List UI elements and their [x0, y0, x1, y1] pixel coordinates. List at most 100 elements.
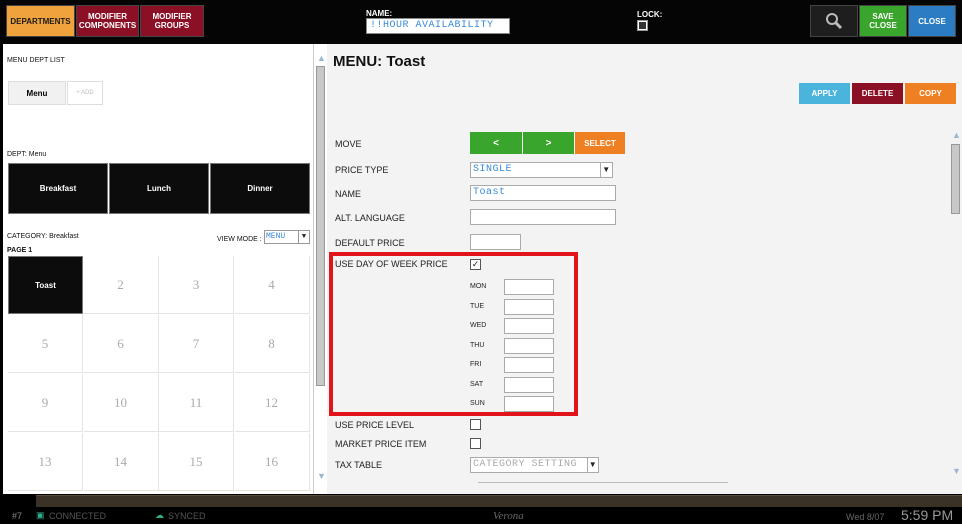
use-dow-checkbox[interactable]: ✓	[470, 259, 481, 270]
use-price-level-checkbox[interactable]	[470, 419, 481, 430]
connected-status: CONNECTED	[49, 511, 107, 521]
day-price-mon[interactable]	[504, 279, 554, 295]
grid-cell[interactable]: 2	[83, 256, 159, 314]
grid-cell[interactable]: 15	[159, 433, 234, 491]
close-button[interactable]: CLOSE	[908, 5, 956, 37]
dept-dinner[interactable]: Dinner	[210, 163, 310, 214]
dept-breakfast[interactable]: Breakfast	[8, 163, 108, 214]
time-text: 5:59 PM	[901, 507, 954, 523]
connected-icon: ▣	[36, 510, 45, 520]
dept-label: DEPT: Menu	[7, 151, 47, 158]
apply-button[interactable]: APPLY	[799, 83, 850, 104]
save-close-button[interactable]: SAVE CLOSE	[859, 5, 907, 37]
grid-cell[interactable]: 3	[159, 256, 234, 314]
lock-label: LOCK:	[637, 10, 663, 19]
bottom-scroll-bar	[36, 495, 962, 507]
grid-cell[interactable]: 8	[234, 315, 310, 373]
day-price-tue[interactable]	[504, 298, 554, 315]
delete-button[interactable]: DELETE	[852, 83, 903, 104]
grid-cell[interactable]: 10	[83, 374, 159, 432]
scroll-down-icon[interactable]: ▼	[317, 471, 326, 481]
grid-cell[interactable]: 12	[234, 374, 310, 432]
right-scrollbar[interactable]: ▲ ▼	[948, 130, 962, 480]
scroll-up-icon[interactable]: ▲	[317, 53, 326, 63]
day-label-wed: WED	[470, 322, 487, 329]
grid-cell[interactable]: 7	[159, 315, 234, 373]
market-price-checkbox[interactable]	[470, 438, 481, 449]
day-price-thu[interactable]	[504, 337, 554, 354]
partial-row	[478, 482, 728, 488]
day-label-sun: SUN	[470, 400, 485, 407]
day-label-thu: THU	[470, 341, 485, 349]
grid-cell[interactable]: 9	[8, 374, 83, 432]
move-left-button[interactable]: <	[470, 132, 522, 154]
use-dow-label: USE DAY OF WEEK PRICE	[335, 259, 448, 269]
view-mode-value: MENU	[266, 232, 286, 241]
view-mode-label: VIEW MODE :	[217, 236, 262, 243]
modifier-components-button[interactable]: MODIFIER COMPONENTS	[76, 5, 139, 37]
scrollbar-thumb[interactable]	[951, 144, 960, 214]
name-input[interactable]: !!HOUR AVAILABILITY	[366, 18, 510, 34]
dept-lunch[interactable]: Lunch	[109, 163, 209, 214]
name-field-label: NAME	[335, 189, 362, 199]
day-price-fri[interactable]	[504, 357, 554, 373]
select-button[interactable]: SELECT	[575, 132, 625, 154]
use-price-level-label: USE PRICE LEVEL	[335, 420, 415, 430]
price-type-label: PRICE TYPE	[335, 165, 389, 175]
grid-cell[interactable]: 13	[8, 433, 83, 491]
day-label-tue: TUE	[470, 302, 484, 310]
price-type-select[interactable]: SINGLE ▼	[470, 162, 613, 178]
day-label-fri: FRI	[470, 361, 482, 368]
day-label-mon: MON	[470, 283, 487, 290]
terminal-number: #7	[12, 511, 23, 521]
grid-cell[interactable]: 6	[83, 315, 159, 373]
page-label: PAGE 1	[7, 247, 33, 254]
day-price-sun[interactable]	[504, 396, 554, 412]
left-scrollbar[interactable]: ▲ ▼	[313, 44, 327, 494]
category-label: CATEGORY: Breakfast	[7, 233, 79, 240]
grid-cell[interactable]: 14	[83, 433, 159, 491]
status-bar: #7 ▣ CONNECTED ☁ SYNCED Verona Wed 8/07 …	[0, 507, 962, 524]
grid-cell[interactable]: 5	[8, 315, 83, 373]
grid-cell[interactable]: 4	[234, 256, 310, 314]
default-price-field[interactable]	[470, 234, 521, 250]
name-field[interactable]: Toast	[470, 185, 616, 201]
item-grid: Toast 2 3 4 5 6 7 8 9 10 11 12 13 14 15 16	[8, 256, 310, 492]
departments-button[interactable]: DEPARTMENTS	[6, 5, 75, 37]
move-label: MOVE	[335, 139, 362, 149]
grid-cell[interactable]: 11	[159, 374, 234, 432]
day-label-sat: SAT	[470, 380, 484, 388]
lock-checkbox[interactable]	[637, 20, 648, 31]
move-right-button[interactable]: >	[523, 132, 574, 154]
default-price-label: DEFAULT PRICE	[335, 238, 405, 248]
menu-dept-list-label: MENU DEPT LIST	[7, 57, 65, 64]
name-label: NAME:	[366, 9, 393, 18]
modifier-groups-button[interactable]: MODIFIER GROUPS	[140, 5, 204, 37]
grid-cell[interactable]: 16	[234, 433, 310, 491]
cloud-icon: ☁	[155, 510, 164, 520]
scroll-down-icon[interactable]: ▼	[952, 466, 961, 476]
date-text: Wed 8/07	[846, 512, 885, 522]
chevron-down-icon: ▼	[600, 163, 612, 177]
scrollbar-thumb[interactable]	[316, 66, 325, 386]
synced-status: SYNCED	[168, 511, 206, 521]
menu-dept-panel: MENU DEPT LIST Menu + ADD DEPT: Menu Bre…	[3, 44, 313, 494]
tax-table-select[interactable]: CATEGORY SETTING ▼	[470, 457, 599, 473]
copy-button[interactable]: COPY	[905, 83, 956, 104]
add-button[interactable]: + ADD	[67, 81, 103, 105]
tax-table-value: CATEGORY SETTING	[473, 459, 578, 470]
day-price-sat[interactable]	[504, 376, 554, 393]
menu-tab[interactable]: Menu	[8, 81, 66, 105]
chevron-down-icon: ▼	[298, 231, 309, 243]
page-title: MENU: Toast	[333, 53, 426, 70]
market-price-label: MARKET PRICE ITEM	[335, 439, 427, 449]
search-button[interactable]	[810, 5, 858, 37]
view-mode-select[interactable]: MENU ▼	[264, 230, 310, 244]
grid-cell[interactable]: Toast	[8, 256, 83, 314]
search-icon	[826, 13, 843, 30]
day-price-wed[interactable]	[504, 318, 554, 334]
alt-language-field[interactable]	[470, 209, 616, 225]
top-toolbar: DEPARTMENTS MODIFIER COMPONENTS MODIFIER…	[0, 0, 962, 44]
scroll-up-icon[interactable]: ▲	[952, 130, 961, 140]
price-type-value: SINGLE	[473, 164, 513, 175]
